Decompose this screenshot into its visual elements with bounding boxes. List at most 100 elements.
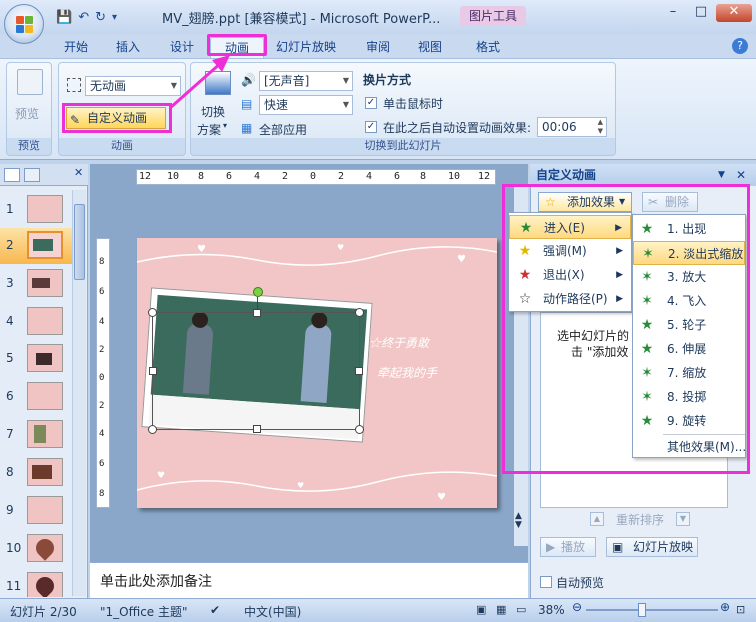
slide-text-1[interactable]: ☆终于勇敢 [369, 334, 429, 351]
slide-thumbnail[interactable]: 6 [0, 379, 72, 415]
slide-thumb-image [27, 382, 63, 410]
ruler-tick: 8 [420, 171, 427, 182]
tab-design[interactable]: 设计 [170, 37, 194, 58]
resize-handle[interactable] [148, 308, 157, 317]
ruler-tick: 4 [99, 429, 105, 439]
preview-icon [17, 69, 43, 95]
sound-dropdown[interactable]: [无声音] ▼ [259, 71, 353, 91]
slide-counter: 幻灯片 2/30 [10, 605, 77, 619]
tab-slideshow[interactable]: 幻灯片放映 [276, 37, 336, 58]
resize-handle[interactable] [253, 309, 261, 317]
resize-handle[interactable] [355, 367, 363, 375]
slide-thumbnail[interactable]: 3 [0, 266, 72, 302]
reading-view-icon[interactable]: ▭ [516, 603, 526, 616]
qat-more-icon[interactable]: ▾ [112, 12, 117, 23]
zoom-out-icon[interactable]: ⊖ [572, 600, 582, 614]
slide-thumbnail[interactable]: 4 [0, 304, 72, 340]
chevron-down-icon: ▼ [342, 100, 349, 109]
window-controls: – □ ✕ [660, 4, 752, 22]
svg-text:♥: ♥ [457, 254, 466, 265]
help-icon[interactable]: ? [732, 38, 748, 54]
tab-format[interactable]: 格式 [476, 37, 500, 58]
speed-dropdown[interactable]: 快速 ▼ [259, 95, 353, 115]
contextual-tab-title: 图片工具 [460, 6, 526, 26]
spinner-icon[interactable]: ▲ ▼ [598, 118, 603, 136]
slides-tab-icon[interactable] [4, 168, 20, 182]
on-click-checkbox[interactable]: ✓ [365, 97, 377, 109]
animation-dropdown[interactable]: 无动画 ▼ [85, 76, 181, 96]
tab-insert[interactable]: 插入 [116, 37, 140, 58]
slide-thumbnail[interactable]: 10 [0, 531, 72, 567]
slide-number: 7 [6, 427, 14, 441]
save-icon[interactable]: 💾 [56, 10, 72, 25]
resize-handle[interactable] [253, 425, 261, 433]
resize-handle[interactable] [355, 425, 364, 434]
zoom-level[interactable]: 38% [538, 603, 565, 617]
slide-number: 2 [6, 238, 14, 252]
resize-handle[interactable] [355, 308, 364, 317]
ruler-tick: 8 [99, 257, 105, 267]
group-transition: 切换 方案 ▾ 🔊 [无声音] ▼ ▤ 快速 ▼ ▦ 全部应用 换片方式 ✓ 单击鼠… [190, 62, 616, 156]
fit-window-icon[interactable]: ⊡ [736, 603, 745, 616]
zoom-track[interactable] [586, 609, 718, 611]
after-time-input[interactable]: 00:06 ▲ ▼ [537, 117, 607, 137]
slide-thumbnail[interactable]: 5 [0, 341, 72, 377]
language[interactable]: 中文(中国) [244, 603, 301, 620]
maximize-button[interactable]: □ [688, 4, 714, 22]
office-button[interactable] [4, 4, 44, 44]
transition-scheme-label-1[interactable]: 切换 [201, 103, 225, 120]
redo-icon[interactable]: ↻ [95, 10, 106, 25]
theme-name[interactable]: "1_Office 主题" [100, 603, 188, 620]
transition-scheme-label-2[interactable]: 方案 [197, 121, 221, 138]
slide-thumb-image [27, 458, 63, 486]
resize-handle[interactable] [148, 425, 157, 434]
slide-text-2[interactable]: 牵起我的手 [377, 364, 437, 381]
vertical-ruler: 8 6 4 2 0 2 4 6 8 [96, 238, 110, 508]
zoom-knob[interactable] [638, 603, 646, 617]
selection-frame[interactable] [148, 287, 364, 434]
play-button[interactable]: ▶ 播放 [540, 537, 596, 557]
move-down-icon[interactable]: ▼ [676, 512, 690, 526]
tab-view[interactable]: 视图 [418, 37, 442, 58]
scroll-thumb[interactable] [74, 204, 85, 280]
zoom-in-icon[interactable]: ⊕ [720, 600, 730, 614]
preview-button[interactable]: 预览 [15, 105, 39, 122]
spellcheck-icon[interactable]: ✔ [210, 603, 220, 617]
undo-icon[interactable]: ↶ [78, 10, 89, 25]
autopreview-checkbox[interactable] [540, 576, 552, 588]
ruler-tick: 10 [448, 171, 461, 182]
ruler-tick: 0 [99, 373, 105, 383]
zoom-slider[interactable]: ⊖ ⊕ [572, 600, 732, 617]
pane-menu-icon[interactable]: ▼ [718, 164, 725, 186]
slide-thumbnail[interactable]: 8 [0, 455, 72, 491]
slide-thumbnail[interactable]: 7 [0, 417, 72, 453]
slides-scrollbar[interactable] [72, 190, 86, 596]
slide-thumbnail[interactable]: 1 [0, 192, 72, 228]
task-pane-title: 自定义动画 ▼ ✕ [530, 164, 756, 186]
slideshow-button[interactable]: ▣ 幻灯片放映 [606, 537, 698, 557]
ruler-tick: 6 [226, 171, 233, 182]
slide-thumbnail-selected[interactable]: 2 [0, 228, 72, 264]
slide-thumb-image [27, 534, 63, 562]
resize-handle[interactable] [149, 367, 157, 375]
sorter-view-icon[interactable]: ▦ [496, 603, 506, 616]
normal-view-icon[interactable]: ▣ [476, 603, 486, 616]
tab-home[interactable]: 开始 [64, 37, 88, 58]
close-panel-icon[interactable]: ✕ [74, 166, 83, 179]
apply-all-button[interactable]: 全部应用 [259, 121, 307, 138]
move-up-icon[interactable]: ▲ [590, 512, 604, 526]
tab-review[interactable]: 审阅 [366, 37, 390, 58]
minimize-button[interactable]: – [660, 4, 686, 22]
slide-number: 11 [6, 579, 22, 593]
outline-tab-icon[interactable] [24, 168, 40, 182]
slide-thumbnail[interactable]: 9 [0, 493, 72, 529]
auto-after-checkbox[interactable]: ✓ [365, 121, 377, 133]
slide-thumbnail[interactable]: 11 [0, 569, 72, 597]
rotate-handle[interactable] [253, 287, 263, 297]
slide-thumb-image [27, 307, 63, 335]
prev-next-slide-icon[interactable]: ▲ ▼ [515, 512, 522, 530]
close-pane-icon[interactable]: ✕ [736, 164, 746, 186]
close-button[interactable]: ✕ [716, 4, 752, 22]
notes-pane[interactable]: 单击此处添加备注 [90, 562, 528, 598]
slide-thumb-image [27, 496, 63, 524]
